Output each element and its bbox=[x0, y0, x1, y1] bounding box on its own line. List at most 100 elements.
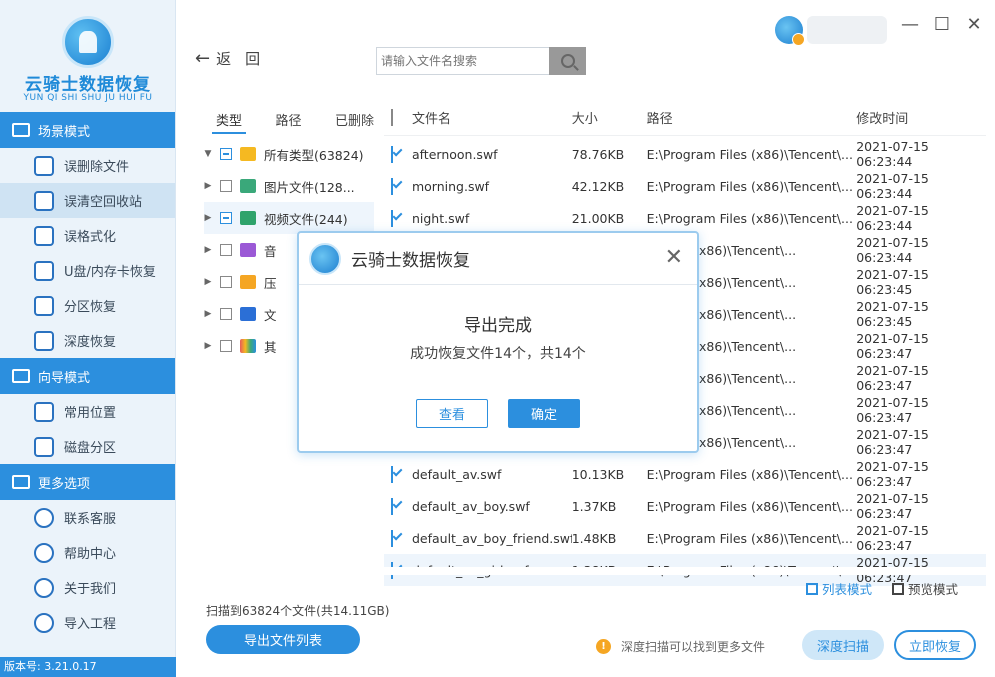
deep-recovery-icon bbox=[34, 330, 54, 351]
nav-label: 导入工程 bbox=[64, 617, 117, 632]
nav-formatted[interactable]: 误格式化 bbox=[0, 218, 175, 253]
nav-label: 深度恢复 bbox=[64, 335, 117, 350]
section-title: 场景模式 bbox=[38, 124, 91, 140]
nav-deleted-files[interactable]: 误删除文件 bbox=[0, 148, 175, 183]
nav-partition-recovery[interactable]: 分区恢复 bbox=[0, 288, 175, 323]
nav-label: 误删除文件 bbox=[64, 160, 130, 175]
table-row[interactable]: default_av_boy.swf 1.37KB E:\Program Fil… bbox=[384, 490, 986, 522]
table-row[interactable]: night.swf 21.00KB E:\Program Files (x86)… bbox=[384, 202, 986, 234]
file-time: 2021-07-15 06:23:47 bbox=[856, 395, 929, 425]
tree-checkbox[interactable] bbox=[220, 180, 232, 192]
row-checkbox-cell[interactable] bbox=[384, 145, 412, 163]
tree-label: 其 bbox=[264, 339, 277, 355]
nav-deep-recovery[interactable]: 深度恢复 bbox=[0, 323, 175, 358]
file-time: 2021-07-15 06:23:45 bbox=[856, 267, 929, 297]
row-checkbox-cell[interactable] bbox=[384, 209, 412, 227]
tree-checkbox[interactable] bbox=[220, 340, 232, 352]
tab-path[interactable]: 路径 bbox=[271, 108, 305, 134]
close-icon[interactable]: ✕ bbox=[665, 245, 683, 270]
checkbox[interactable] bbox=[391, 145, 393, 163]
tree-label: 视频文件(244) bbox=[264, 211, 348, 227]
file-path: E:\Program Files (x86)\Tencent\... bbox=[646, 178, 853, 194]
search-button[interactable] bbox=[549, 47, 586, 75]
caret-right-icon[interactable]: ▶ bbox=[204, 213, 212, 223]
search-input[interactable] bbox=[376, 47, 549, 75]
checkbox[interactable] bbox=[391, 497, 393, 515]
delete-file-icon bbox=[34, 155, 54, 176]
checkbox[interactable] bbox=[391, 209, 393, 227]
table-row[interactable]: morning.swf 42.12KB E:\Program Files (x8… bbox=[384, 170, 986, 202]
info-icon bbox=[34, 577, 54, 598]
close-icon[interactable]: ✕ bbox=[965, 14, 983, 35]
file-name: default_av_boy.swf bbox=[411, 498, 530, 514]
tree-checkbox[interactable] bbox=[220, 148, 232, 160]
maximize-icon[interactable]: ☐ bbox=[933, 14, 951, 35]
select-all-checkbox[interactable] bbox=[384, 109, 412, 126]
search-bar bbox=[376, 47, 586, 75]
caret-right-icon[interactable]: ▶ bbox=[204, 309, 212, 319]
recover-now-button[interactable]: 立即恢复 bbox=[894, 630, 976, 660]
folder-icon bbox=[240, 147, 256, 161]
audio-file-icon bbox=[240, 243, 256, 257]
grid-icon bbox=[892, 582, 905, 595]
deep-scan-button[interactable]: 深度扫描 bbox=[802, 630, 884, 660]
table-row[interactable]: default_av_boy_friend.swf 1.48KB E:\Prog… bbox=[384, 522, 986, 554]
header-time[interactable]: 修改时间 bbox=[856, 108, 986, 127]
nav-label: 误清空回收站 bbox=[64, 195, 143, 210]
window-controls: — ☐ ✕ bbox=[901, 14, 983, 35]
file-size: 42.12KB bbox=[571, 178, 625, 194]
app-logo-icon bbox=[62, 16, 114, 68]
checkbox[interactable] bbox=[391, 177, 393, 195]
checkbox[interactable] bbox=[391, 465, 393, 483]
caret-right-icon[interactable]: ▶ bbox=[204, 181, 212, 191]
nav-common-locations[interactable]: 常用位置 bbox=[0, 394, 175, 429]
nav-import-project[interactable]: 导入工程 bbox=[0, 605, 175, 640]
nav-about-us[interactable]: 关于我们 bbox=[0, 570, 175, 605]
tab-deleted[interactable]: 已删除 bbox=[331, 108, 378, 134]
avatar[interactable] bbox=[775, 16, 805, 46]
tree-row-images[interactable]: ▶ 图片文件(128... bbox=[204, 170, 374, 202]
nav-usb-card[interactable]: U盘/内存卡恢复 bbox=[0, 253, 175, 288]
header-name[interactable]: 文件名 bbox=[412, 108, 572, 127]
tree-label: 所有类型(63824) bbox=[264, 147, 364, 163]
tree-row-all-types[interactable]: ▼ 所有类型(63824) bbox=[204, 138, 374, 170]
nav-recycle-bin[interactable]: 误清空回收站 bbox=[0, 183, 175, 218]
list-mode-button[interactable]: 列表模式 bbox=[806, 579, 872, 598]
minimize-icon[interactable]: — bbox=[901, 14, 919, 35]
tab-type[interactable]: 类型 bbox=[212, 108, 247, 134]
header-size[interactable]: 大小 bbox=[572, 108, 647, 127]
row-checkbox-cell[interactable] bbox=[384, 529, 412, 547]
tree-checkbox[interactable] bbox=[220, 212, 232, 224]
caret-right-icon[interactable]: ▶ bbox=[204, 341, 212, 351]
table-row[interactable]: default_av.swf 10.13KB E:\Program Files … bbox=[384, 458, 986, 490]
document-file-icon bbox=[240, 307, 256, 321]
caret-right-icon[interactable]: ▶ bbox=[204, 277, 212, 287]
table-row[interactable]: afternoon.swf 78.76KB E:\Program Files (… bbox=[384, 138, 986, 170]
row-checkbox-cell[interactable] bbox=[384, 177, 412, 195]
nav-label: 磁盘分区 bbox=[64, 441, 117, 456]
tree-checkbox[interactable] bbox=[220, 276, 232, 288]
nav-contact-support[interactable]: 联系客服 bbox=[0, 500, 175, 535]
tree-checkbox[interactable] bbox=[220, 308, 232, 320]
tip-text: 深度扫描可以找到更多文件 bbox=[621, 640, 766, 654]
header-path[interactable]: 路径 bbox=[647, 108, 857, 127]
export-list-button[interactable]: 导出文件列表 bbox=[206, 625, 360, 654]
file-size: 78.76KB bbox=[571, 146, 625, 162]
caret-down-icon[interactable]: ▼ bbox=[204, 149, 212, 159]
row-checkbox-cell[interactable] bbox=[384, 497, 412, 515]
tree-row-videos[interactable]: ▶ 视频文件(244) bbox=[204, 202, 374, 234]
file-name: morning.swf bbox=[411, 178, 490, 194]
checkbox[interactable] bbox=[391, 529, 393, 547]
view-toggle: 列表模式 预览模式 bbox=[806, 579, 958, 598]
preview-mode-button[interactable]: 预览模式 bbox=[892, 579, 958, 598]
checkbox[interactable] bbox=[391, 109, 393, 126]
user-area[interactable] bbox=[775, 16, 887, 46]
tree-checkbox[interactable] bbox=[220, 244, 232, 256]
nav-disk-partition[interactable]: 磁盘分区 bbox=[0, 429, 175, 464]
caret-right-icon[interactable]: ▶ bbox=[204, 245, 212, 255]
row-checkbox-cell[interactable] bbox=[384, 465, 412, 483]
view-button[interactable]: 查看 bbox=[416, 399, 488, 428]
ok-button[interactable]: 确定 bbox=[508, 399, 580, 428]
nav-help-center[interactable]: 帮助中心 bbox=[0, 535, 175, 570]
back-button[interactable]: ← 返回 bbox=[195, 48, 274, 69]
